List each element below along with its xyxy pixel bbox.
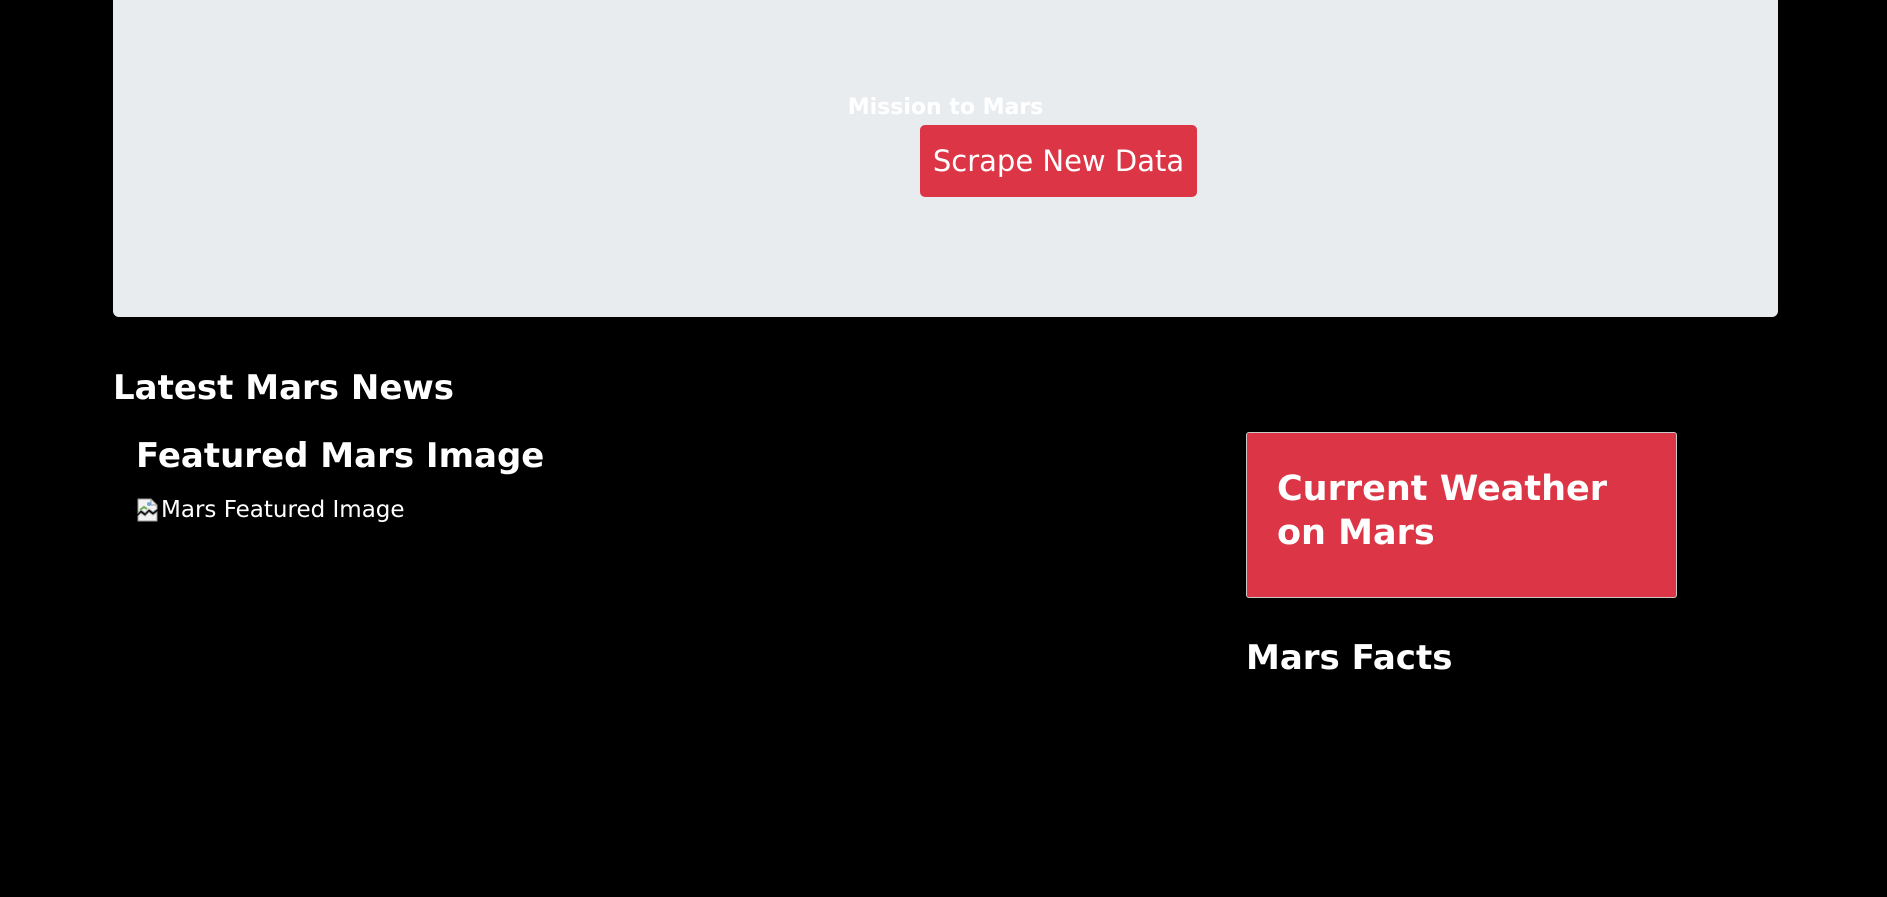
mars-facts-heading: Mars Facts <box>1246 638 1453 678</box>
scrape-new-data-button[interactable]: Scrape New Data <box>920 125 1197 197</box>
weather-card: Current Weather on Mars <box>1246 432 1677 598</box>
jumbotron-title: Mission to Mars <box>847 95 1044 120</box>
latest-news-heading: Latest Mars News <box>113 368 455 408</box>
featured-image-alt-text: Mars Featured Image <box>161 497 405 523</box>
weather-heading: Current Weather on Mars <box>1277 469 1608 553</box>
featured-image: Mars Featured Image <box>136 492 405 528</box>
broken-image-icon <box>136 497 160 523</box>
jumbotron: Mission to Mars Scrape New Data <box>113 0 1778 317</box>
page: Mission to Mars Scrape New Data Latest M… <box>0 0 1887 897</box>
featured-image-heading: Featured Mars Image <box>136 436 545 476</box>
